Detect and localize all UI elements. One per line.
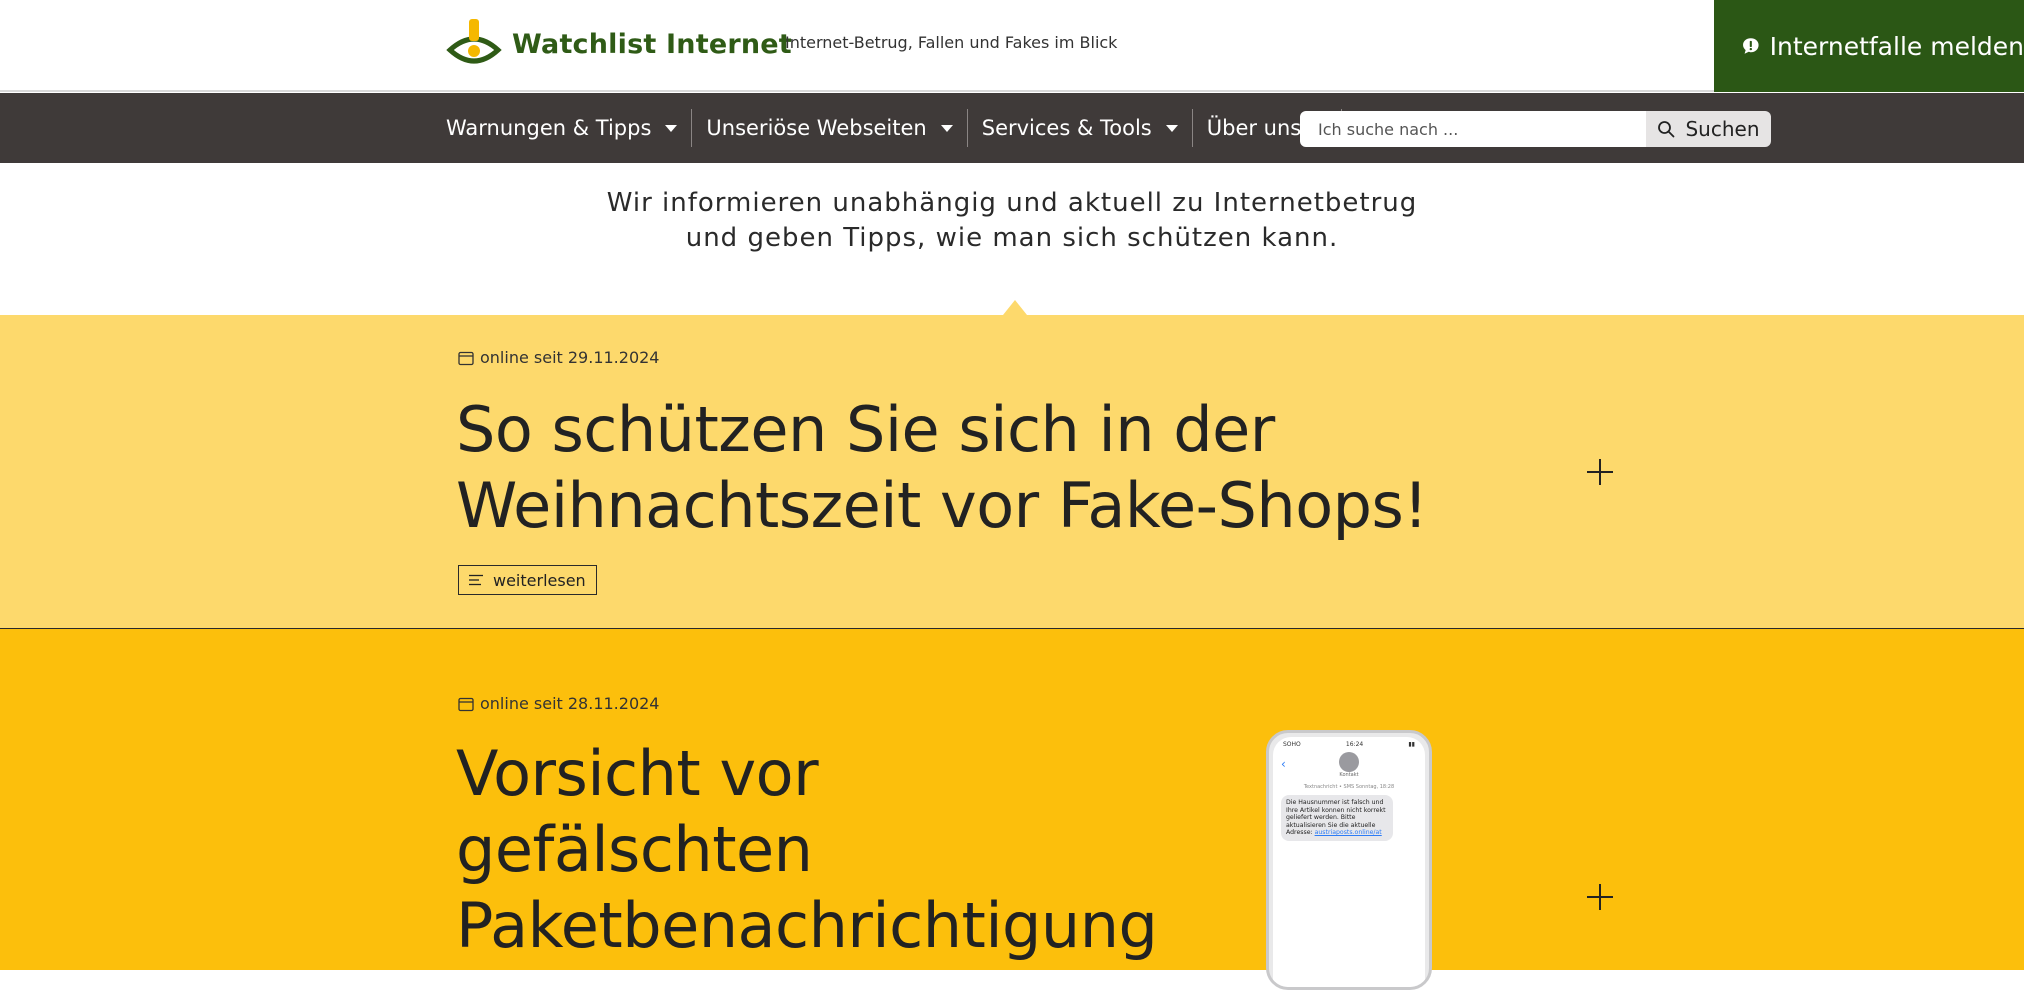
nav-services-tools[interactable]: Services & Tools (982, 93, 1178, 163)
smartphone-sms-image: SOHO 16:24 ▮▮ ‹ Kontakt Textnachricht • … (1266, 730, 1432, 990)
headline-line: Vorsicht vor (456, 737, 819, 810)
nav-warnings-tips[interactable]: Warnungen & Tipps (446, 93, 678, 163)
intro-line: Wir informieren unabhängig und aktuell z… (606, 188, 1418, 218)
nav-item-label: Über uns (1206, 116, 1302, 140)
report-internet-trap-button[interactable]: Internetfalle melden (1714, 0, 2024, 92)
expand-plus-icon[interactable] (1587, 459, 1613, 485)
report-button-label: Internetfalle melden (1769, 31, 2024, 61)
battery-icon: ▮▮ (1408, 741, 1415, 748)
intro-text: Wir informieren unabhängig und aktuell z… (0, 186, 2024, 256)
nav-divider (966, 109, 968, 147)
article-headline[interactable]: Vorsicht vor gefälschten Paketbenachrich… (456, 736, 1158, 964)
phone-carrier: SOHO (1283, 741, 1301, 748)
calendar-icon (458, 351, 474, 365)
caret-down-icon (940, 124, 953, 132)
article-date: online seit 28.11.2024 (458, 694, 659, 713)
phone-screen: SOHO 16:24 ▮▮ ‹ Kontakt Textnachricht • … (1273, 737, 1425, 987)
phone-time: 16:24 (1345, 741, 1364, 748)
article-date-text: online seit 28.11.2024 (480, 694, 660, 713)
logo-text: Watchlist Internet (512, 28, 792, 60)
nav-divider (691, 109, 693, 147)
site-header: Watchlist Internet Internet-Betrug, Fall… (0, 0, 2024, 92)
search-input[interactable] (1300, 111, 1646, 147)
nav-divider (1191, 109, 1193, 147)
exclamation-bubble-icon (1743, 38, 1759, 54)
caret-down-icon (1165, 124, 1178, 132)
nav-item-label: Services & Tools (981, 116, 1152, 140)
search-button-label: Suchen (1685, 117, 1760, 141)
intro-line: und geben Tipps, wie man sich schützen k… (685, 223, 1339, 253)
search-button[interactable]: Suchen (1646, 111, 1771, 147)
caret-down-icon (665, 124, 678, 132)
nav-item-label: Unseriöse Webseiten (706, 116, 927, 140)
article-date-text: online seit 29.11.2024 (480, 348, 660, 367)
site-tagline: Internet-Betrug, Fallen und Fakes im Bli… (785, 33, 1118, 52)
read-more-button[interactable]: weiterlesen (458, 565, 597, 595)
headline-line: Weihnachtszeit vor Fake-Shops! (456, 469, 1428, 542)
text-lines-icon (469, 574, 483, 586)
phone-message-meta: Textnachricht • SMS Sonntag, 18:28 (1303, 784, 1395, 790)
nav-item-label: Warnungen & Tipps (446, 116, 652, 140)
headline-line: So schützen Sie sich in der (456, 393, 1275, 466)
calendar-icon (458, 697, 474, 711)
phone-contact: Kontakt (1339, 772, 1359, 778)
main-navigation: Warnungen & Tipps Unseriöse Webseiten Se… (0, 93, 2024, 163)
expand-plus-icon[interactable] (1587, 884, 1613, 910)
sms-message-link: austriaposts.online/at (1314, 829, 1382, 836)
read-more-label: weiterlesen (493, 570, 586, 590)
phone-status-bar: SOHO 16:24 ▮▮ (1273, 737, 1425, 748)
section-pointer (1003, 300, 1027, 315)
headline-line: Paketbenachrichtigung (456, 889, 1158, 962)
watchlist-eye-logo-icon (446, 19, 502, 64)
search-icon (1658, 121, 1675, 138)
back-chevron-icon: ‹ (1281, 757, 1286, 771)
article-teaser: online seit 29.11.2024 So schützen Sie s… (0, 315, 2024, 629)
nav-dubious-websites[interactable]: Unseriöse Webseiten (706, 93, 953, 163)
article-date: online seit 29.11.2024 (458, 348, 659, 367)
article-headline[interactable]: So schützen Sie sich in der Weihnachtsze… (456, 392, 1428, 544)
avatar (1339, 752, 1359, 772)
sms-message-bubble: Die Hausnummer ist falsch und Ihre Artik… (1281, 795, 1393, 841)
logo[interactable]: Watchlist Internet (446, 16, 792, 72)
headline-line: gefälschten (456, 813, 813, 886)
search-form: Suchen (1300, 111, 1771, 147)
article-teaser: online seit 28.11.2024 Vorsicht vor gefä… (0, 629, 2024, 990)
